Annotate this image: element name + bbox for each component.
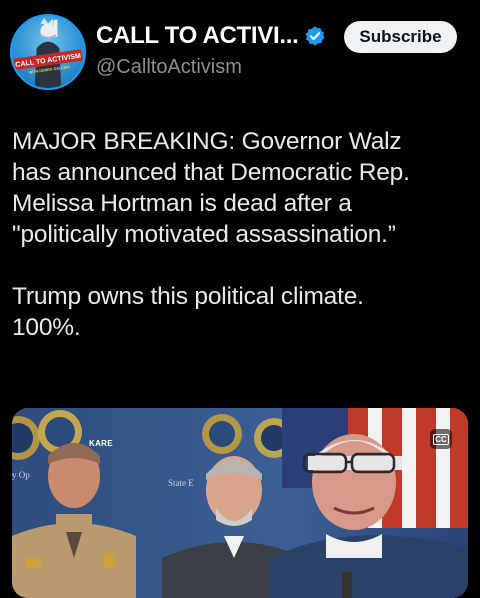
subscribe-button[interactable]: Subscribe — [344, 21, 457, 53]
handle[interactable]: @CalltoActivism — [96, 56, 242, 79]
post-media[interactable]: State E y Op KARE CC — [12, 408, 468, 598]
post-line: Melissa Hortman is dead after a — [12, 190, 352, 217]
avatar[interactable]: CALL TO ACTIVISM WITH DEREK GALLINA — [10, 14, 86, 90]
display-name[interactable]: CALL TO ACTIVI... — [96, 22, 299, 50]
press-conference-photo: State E y Op — [12, 408, 468, 598]
post-line: "politically motivated assassination.” — [12, 221, 396, 248]
avatar-image: CALL TO ACTIVISM WITH DEREK GALLINA — [13, 17, 83, 88]
cc-icon: CC — [433, 433, 449, 445]
verified-badge-icon — [305, 26, 326, 46]
kare-watermark: KARE — [89, 439, 113, 448]
post-line: MAJOR BREAKING: Governor Walz — [12, 128, 402, 155]
backdrop-text: State E — [168, 478, 194, 488]
post-line: has announced that Democratic Rep. — [12, 159, 410, 186]
backdrop-text: y Op — [12, 470, 30, 480]
display-name-row: CALL TO ACTIVI... — [96, 22, 326, 50]
post-header: CALL TO ACTIVISM WITH DEREK GALLINA CALL… — [0, 0, 480, 100]
post-line: Trump owns this political climate. — [12, 283, 364, 310]
closed-captions-button[interactable]: CC — [430, 429, 452, 449]
post-text: MAJOR BREAKING: Governor Walz has announ… — [12, 126, 472, 343]
post-line: 100%. — [12, 314, 81, 341]
